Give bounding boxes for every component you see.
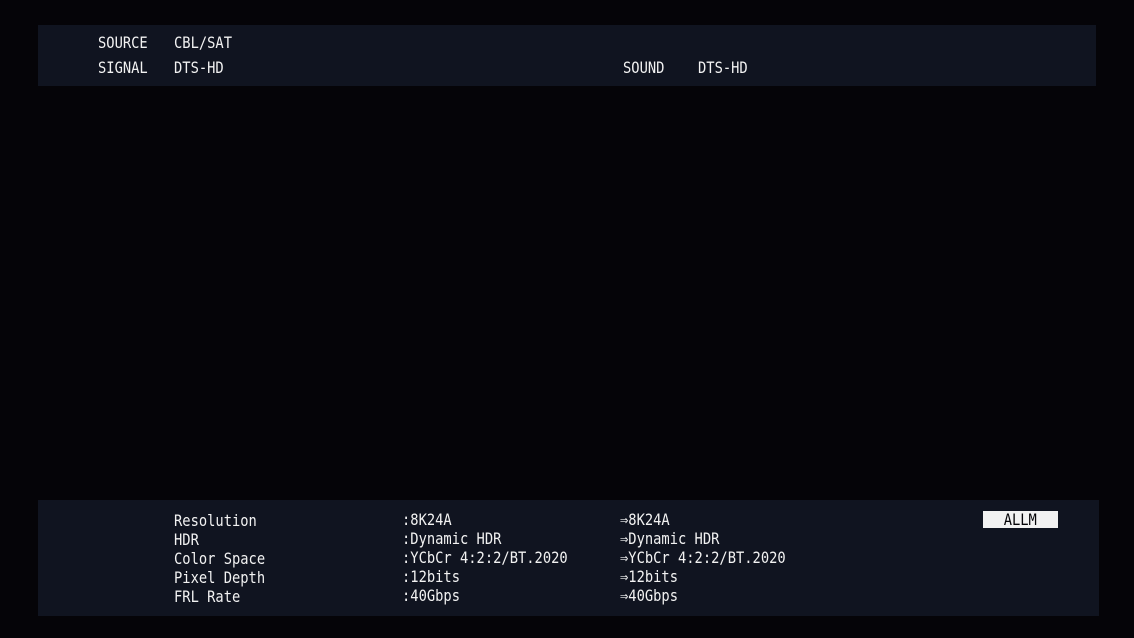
signal-value: DTS-HD	[174, 58, 224, 77]
hdr-label: HDR	[174, 530, 199, 549]
signal-label: SIGNAL	[98, 58, 148, 77]
resolution-label: Resolution	[174, 511, 257, 530]
allm-badge: ALLM	[983, 511, 1058, 528]
sound-value: DTS-HD	[698, 58, 748, 77]
color-space-label: Color Space	[174, 549, 266, 568]
pixel-depth-output-value: ⇒12bits	[620, 567, 678, 586]
color-space-input-value: :YCbCr 4:2:2/BT.2020	[402, 548, 568, 567]
resolution-output-value: ⇒8K24A	[620, 510, 670, 529]
frl-rate-input-value: :40Gbps	[402, 586, 460, 605]
sound-label: SOUND	[623, 58, 665, 77]
source-label: SOURCE	[98, 33, 148, 52]
pixel-depth-label: Pixel Depth	[174, 568, 266, 587]
hdr-input-value: :Dynamic HDR	[402, 529, 502, 548]
frl-rate-output-value: ⇒40Gbps	[620, 586, 678, 605]
hdr-output-value: ⇒Dynamic HDR	[620, 529, 720, 548]
source-value: CBL/SAT	[174, 33, 232, 52]
frl-rate-label: FRL Rate	[174, 587, 241, 606]
resolution-input-value: :8K24A	[402, 510, 452, 529]
pixel-depth-input-value: :12bits	[402, 567, 460, 586]
color-space-output-value: ⇒YCbCr 4:2:2/BT.2020	[620, 548, 786, 567]
allm-badge-label: ALLM	[1003, 510, 1038, 529]
